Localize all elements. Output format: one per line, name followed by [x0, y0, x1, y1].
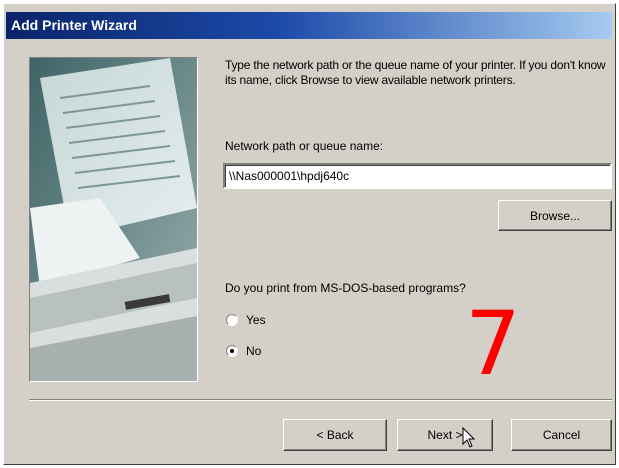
wizard-illustration	[29, 57, 198, 382]
mouse-cursor-icon	[462, 427, 476, 448]
browse-button[interactable]: Browse...	[498, 200, 612, 231]
radio-yes-label: Yes	[246, 313, 266, 327]
next-button[interactable]: Next >	[397, 419, 493, 451]
network-path-input[interactable]	[223, 163, 612, 189]
window-title: Add Printer Wizard	[11, 17, 137, 33]
radio-no[interactable]: No	[226, 344, 261, 358]
separator	[29, 399, 612, 401]
msdos-question: Do you print from MS-DOS-based programs?	[225, 281, 466, 295]
printer-image	[30, 58, 197, 381]
step-number-overlay: 7	[465, 292, 521, 395]
back-button[interactable]: < Back	[283, 419, 387, 451]
radio-no-label: No	[246, 344, 262, 358]
network-path-label: Network path or queue name:	[225, 139, 384, 153]
radio-no-circle[interactable]	[226, 345, 238, 357]
title-bar: Add Printer Wizard	[6, 12, 612, 39]
radio-yes-circle[interactable]	[226, 314, 238, 326]
instructions-text: Type the network path or the queue name …	[225, 58, 606, 87]
radio-yes[interactable]: Yes	[226, 313, 266, 327]
cancel-button[interactable]: Cancel	[511, 419, 612, 451]
